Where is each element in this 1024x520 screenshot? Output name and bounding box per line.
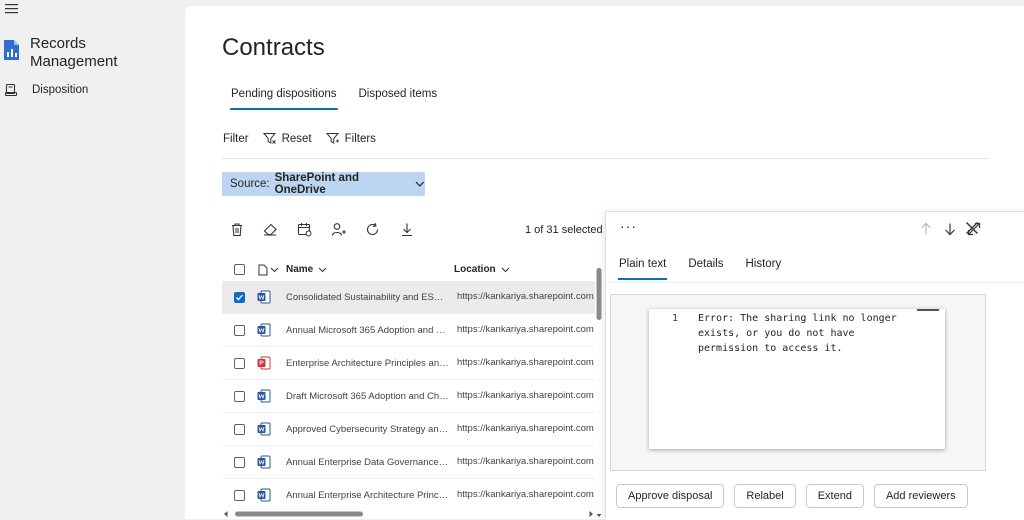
add-reviewer-icon[interactable] xyxy=(330,221,347,238)
tab-list: Pending dispositions Disposed items xyxy=(222,86,450,110)
document-preview: 1 Error: The sharing link no longer exis… xyxy=(610,294,986,471)
row-name[interactable]: Enterprise Architecture Principles and S… xyxy=(286,358,449,369)
row-checkbox[interactable] xyxy=(234,292,245,303)
table-row[interactable]: Annual Enterprise Data Governance Framew… xyxy=(222,446,595,479)
close-icon[interactable] xyxy=(965,221,979,235)
records-management-icon xyxy=(4,40,19,60)
vertical-scrollbar[interactable] xyxy=(595,256,603,518)
filters-label: Filters xyxy=(344,132,376,145)
word-file-icon xyxy=(257,323,271,337)
file-type-column-icon[interactable] xyxy=(258,264,280,276)
table-row[interactable]: Annual Microsoft 365 Adoption and Change… xyxy=(222,314,595,347)
approve-disposal-button[interactable]: Approve disposal xyxy=(616,484,725,508)
page-title: Contracts xyxy=(222,34,325,61)
row-name[interactable]: Annual Enterprise Architecture Principle… xyxy=(286,490,449,501)
row-name[interactable]: Draft Microsoft 365 Adoption and Change xyxy=(286,391,449,402)
panel-tab-list: Plain text Details History xyxy=(608,250,792,280)
tab-disposed-items[interactable]: Disposed items xyxy=(350,86,447,110)
table-row[interactable]: Draft Microsoft 365 Adoption and Change … xyxy=(222,380,595,413)
hamburger-menu-icon[interactable] xyxy=(5,3,19,15)
row-location: https://kankariya.sharepoint.com/ xyxy=(457,390,594,401)
row-checkbox[interactable] xyxy=(234,325,245,336)
grid-toolbar xyxy=(228,221,415,238)
row-name[interactable]: Approved Cybersecurity Strategy and Road… xyxy=(286,424,449,435)
row-location: https://kankariya.sharepoint.com/ xyxy=(457,357,594,368)
app-title: Records Management xyxy=(30,35,118,70)
disposition-icon xyxy=(4,83,18,97)
row-location: https://kankariya.sharepoint.com/ xyxy=(457,423,594,434)
source-label: Source: xyxy=(230,178,270,190)
table-row[interactable]: Annual Enterprise Architecture Principle… xyxy=(222,479,595,507)
reset-label: Reset xyxy=(281,132,312,145)
more-options-button[interactable]: ··· xyxy=(620,218,637,234)
row-checkbox[interactable] xyxy=(234,490,245,501)
nav-item-disposition[interactable]: Disposition xyxy=(4,81,88,99)
chevron-down-icon xyxy=(501,267,510,272)
row-location: https://kankariya.sharepoint.com/ xyxy=(457,489,594,500)
row-location: https://kankariya.sharepoint.com/ xyxy=(457,291,594,302)
word-file-icon xyxy=(257,422,271,436)
preview-page: 1 Error: The sharing link no longer exis… xyxy=(649,309,945,449)
details-panel: ··· Plain text Details History 1 Error: … xyxy=(605,211,1024,520)
delete-icon[interactable] xyxy=(228,221,245,238)
extend-button[interactable]: Extend xyxy=(805,484,864,508)
table-row[interactable]: Consolidated Sustainability and ESG Repo… xyxy=(222,281,595,314)
table-row[interactable]: Approved Cybersecurity Strategy and Road… xyxy=(222,413,595,446)
chevron-down-icon xyxy=(318,267,327,272)
filters-button[interactable]: Filters xyxy=(325,132,376,145)
filter-bar: Filter Reset Filters xyxy=(223,132,376,145)
horizontal-scrollbar[interactable] xyxy=(222,508,595,520)
grid-header: Name Location xyxy=(222,256,595,284)
selection-count: 1 of 31 selected xyxy=(525,224,603,236)
relabel-button[interactable]: Relabel xyxy=(734,484,796,508)
column-header-name[interactable]: Name xyxy=(286,264,327,275)
row-checkbox[interactable] xyxy=(234,358,245,369)
eraser-icon[interactable] xyxy=(262,221,279,238)
panel-actions: Approve disposal Relabel Extend Add revi… xyxy=(616,484,968,508)
row-name[interactable]: Consolidated Sustainability and ESG Repo… xyxy=(286,292,449,303)
reset-filter-icon xyxy=(262,133,276,144)
row-name[interactable]: Annual Microsoft 365 Adoption and Change xyxy=(286,325,449,336)
line-number: 1 xyxy=(672,313,679,324)
row-name[interactable]: Annual Enterprise Data Governance Framew… xyxy=(286,457,449,468)
divider xyxy=(222,158,989,159)
reset-button[interactable]: Reset xyxy=(262,132,312,145)
calendar-extend-icon[interactable] xyxy=(296,221,313,238)
row-checkbox[interactable] xyxy=(234,424,245,435)
arrow-up-icon[interactable] xyxy=(919,222,933,236)
row-checkbox[interactable] xyxy=(234,457,245,468)
refresh-icon[interactable] xyxy=(364,221,381,238)
add-reviewers-button[interactable]: Add reviewers xyxy=(873,484,968,508)
tab-plain-text[interactable]: Plain text xyxy=(608,250,677,280)
pdf-file-icon xyxy=(257,356,271,370)
divider xyxy=(606,282,1024,283)
nav-item-label: Disposition xyxy=(32,84,89,96)
tab-history[interactable]: History xyxy=(734,250,792,280)
filter-label: Filter xyxy=(223,132,249,145)
tab-pending-dispositions[interactable]: Pending dispositions xyxy=(222,86,346,110)
preview-control xyxy=(917,309,939,315)
select-all-checkbox[interactable] xyxy=(234,264,245,275)
download-icon[interactable] xyxy=(398,221,415,238)
row-checkbox[interactable] xyxy=(234,391,245,402)
table-row[interactable]: Enterprise Architecture Principles and S… xyxy=(222,347,595,380)
word-file-icon xyxy=(257,488,271,502)
word-file-icon xyxy=(257,290,271,304)
column-header-name-label: Name xyxy=(286,264,314,275)
row-location: https://kankariya.sharepoint.com/ xyxy=(457,456,594,467)
source-filter-pill[interactable]: Source: SharePoint and OneDrive xyxy=(222,172,425,196)
source-value: SharePoint and OneDrive xyxy=(274,172,359,196)
row-location: https://kankariya.sharepoint.com/ xyxy=(457,324,594,335)
word-file-icon xyxy=(257,455,271,469)
arrow-down-icon[interactable] xyxy=(943,222,957,236)
word-file-icon xyxy=(257,389,271,403)
filter-icon xyxy=(325,133,339,144)
tab-details[interactable]: Details xyxy=(677,250,734,280)
preview-text: Error: The sharing link no longer exists… xyxy=(698,313,897,354)
column-header-location-label: Location xyxy=(454,264,496,275)
column-header-location[interactable]: Location xyxy=(454,264,510,275)
chevron-down-icon xyxy=(415,181,425,187)
